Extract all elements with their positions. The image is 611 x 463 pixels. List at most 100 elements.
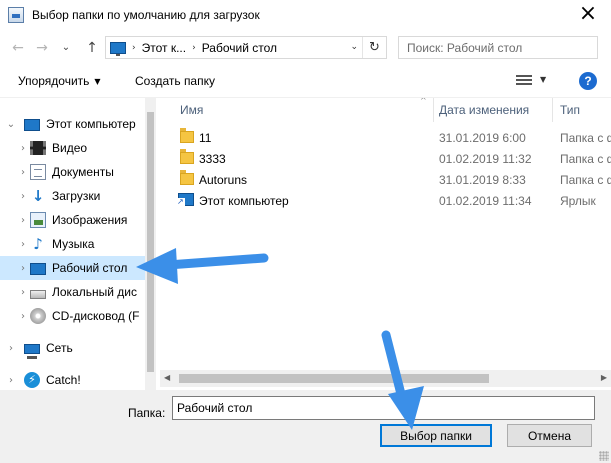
tree-item-label: Этот компьютер [46,117,136,131]
resize-grip-icon[interactable] [599,451,609,461]
tree-item-documents[interactable]: › Документы [0,160,145,184]
tree-item-this-pc[interactable]: ⌄ Этот компьютер [0,112,145,136]
navigation-scrollbar[interactable] [145,98,156,390]
window-title: Выбор папки по умолчанию для загрузок [32,8,260,22]
tree-item-pictures[interactable]: › Изображения [0,208,145,232]
expand-chevron-icon[interactable]: › [16,263,30,274]
file-row[interactable]: Этот компьютер 01.02.2019 11:34 Ярлык [160,191,611,212]
refresh-icon[interactable]: ↻ [362,37,386,58]
tree-item-label: Локальный дис [52,285,137,299]
select-folder-button[interactable]: Выбор папки [380,424,492,447]
navigation-pane: ⌄ Этот компьютер › Видео › Документы › ↓… [0,98,156,390]
tree-item-network[interactable]: › Сеть [0,336,145,360]
folder-input[interactable] [172,396,595,420]
column-header-type[interactable]: Тип [560,98,580,122]
folder-icon [180,128,194,143]
breadcrumb-desktop[interactable]: Рабочий стол [202,41,277,55]
shortcut-icon [177,193,194,206]
cancel-button[interactable]: Отмена [507,424,592,447]
catch-icon: ⚡ [24,372,40,388]
network-icon [24,344,40,359]
file-date: 31.01.2019 6:00 [439,131,526,145]
horizontal-scrollbar[interactable]: ◀ ▶ [160,370,611,387]
expand-chevron-icon[interactable]: ⌄ [4,119,18,130]
column-divider[interactable] [552,98,553,122]
file-name: Autoruns [199,173,248,187]
folder-label: Папка: [128,406,166,420]
expand-chevron-icon[interactable]: › [16,191,30,202]
organize-menu[interactable]: Упорядочить ▼ [18,74,101,88]
expand-chevron-icon[interactable]: › [16,239,30,250]
tree-item-label: Музыка [52,237,95,251]
close-button[interactable]: × [565,0,611,30]
view-dropdown-icon[interactable]: ▼ [540,75,546,84]
tree-item-label: Сеть [46,341,73,355]
up-button[interactable]: ↑ [82,38,102,58]
folder-picker-icon [8,7,24,23]
organize-label: Упорядочить [18,74,90,88]
file-type: Папка с ф [560,173,611,187]
desktop-icon [30,263,46,275]
scrollbar-thumb[interactable] [179,374,489,383]
expand-chevron-icon[interactable]: › [4,375,18,386]
local-disk-icon [30,290,46,299]
breadcrumb-this-pc[interactable]: Этот к... [142,41,186,55]
file-name: Этот компьютер [199,194,289,208]
scroll-right-icon[interactable]: ▶ [601,373,607,382]
cd-drive-icon [30,308,46,324]
tree-item-music[interactable]: › ♪ Музыка [0,232,145,256]
address-bar[interactable]: › Этот к... › Рабочий стол ⌄ ↻ [105,36,387,59]
navigation-bar: ← → ⌄ ↑ › Этот к... › Рабочий стол ⌄ ↻ [0,30,611,66]
column-header-date[interactable]: Дата изменения [439,98,529,122]
column-header-name[interactable]: Имя [180,98,203,122]
help-icon[interactable]: ? [579,72,597,90]
pictures-icon [30,212,46,228]
expand-chevron-icon[interactable]: › [16,311,30,322]
file-type: Ярлык [560,194,596,208]
tree-item-desktop[interactable]: › Рабочий стол [0,256,145,280]
tree-item-label: Документы [52,165,114,179]
file-type: Папка с ф [560,152,611,166]
scroll-left-icon[interactable]: ◀ [164,373,170,382]
expand-chevron-icon[interactable]: › [4,343,18,354]
file-row[interactable]: 11 31.01.2019 6:00 Папка с ф [160,128,611,149]
command-toolbar: Упорядочить ▼ Создать папку ▼ [0,66,611,98]
computer-icon [110,41,126,56]
file-name: 11 [199,131,212,145]
file-type: Папка с ф [560,131,611,145]
file-date: 01.02.2019 11:34 [439,194,532,208]
search-box[interactable] [398,36,598,59]
tree-item-catch[interactable]: › ⚡ Catch! [0,368,145,390]
folder-icon [180,149,194,164]
new-folder-button[interactable]: Создать папку [135,74,215,88]
back-button[interactable]: ← [8,38,28,58]
scrollbar-thumb[interactable] [147,112,154,372]
title-bar: Выбор папки по умолчанию для загрузок × [0,0,611,30]
address-dropdown-icon[interactable]: ⌄ [350,37,358,58]
expand-chevron-icon[interactable]: › [16,167,30,178]
recent-locations-button[interactable]: ⌄ [56,38,76,58]
dialog-footer: Папка: Выбор папки Отмена [0,390,611,463]
music-icon: ♪ [33,235,43,253]
file-row[interactable]: 3333 01.02.2019 11:32 Папка с ф [160,149,611,170]
tree-item-downloads[interactable]: › ↓ Загрузки [0,184,145,208]
crumb-separator-icon: › [132,42,136,53]
tree-item-label: Catch! [46,373,81,387]
search-input[interactable] [399,37,597,58]
column-divider[interactable] [433,98,434,122]
file-row[interactable]: Autoruns 31.01.2019 8:33 Папка с ф [160,170,611,191]
tree-item-label: CD-дисковод (F [52,309,140,323]
organize-dropdown-icon: ▼ [94,77,101,86]
downloads-icon: ↓ [31,187,45,205]
file-date: 31.01.2019 8:33 [439,173,526,187]
expand-chevron-icon[interactable]: › [16,287,30,298]
view-options-icon[interactable] [516,75,532,88]
tree-item-label: Загрузки [52,189,101,203]
expand-chevron-icon[interactable]: › [16,215,30,226]
sort-indicator-icon: ^ [420,98,427,105]
tree-item-video[interactable]: › Видео [0,136,145,160]
expand-chevron-icon[interactable]: › [16,143,30,154]
forward-button[interactable]: → [32,38,52,58]
tree-item-cd-drive[interactable]: › CD-дисковод (F [0,304,145,328]
tree-item-local-disk[interactable]: › Локальный дис [0,280,145,304]
